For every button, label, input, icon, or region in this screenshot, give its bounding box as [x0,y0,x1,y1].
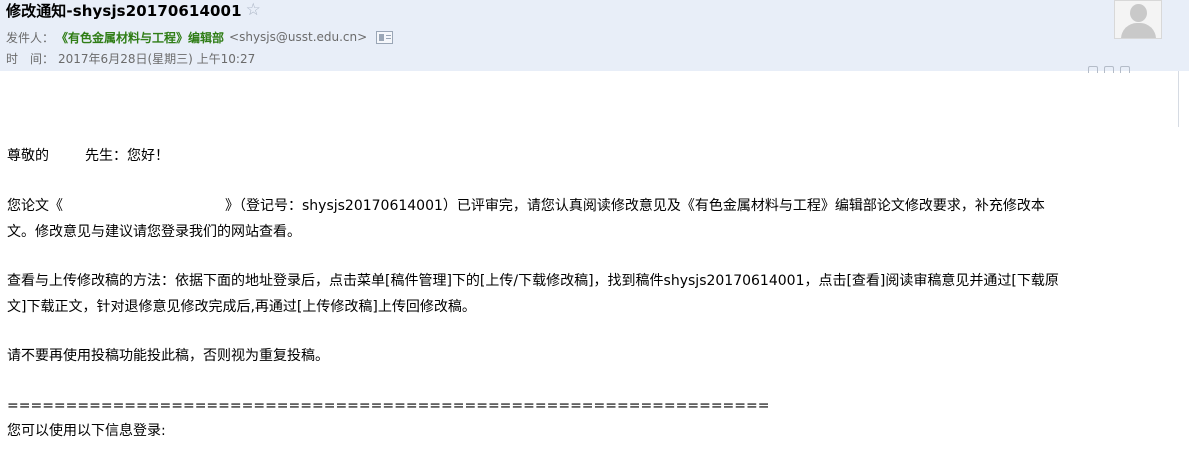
sender-name-link[interactable]: 《有色金属材料与工程》编辑部 [56,29,224,46]
email-header: 修改通知-shysjs20170614001 ☆ 发件人： 《有色金属材料与工程… [0,0,1189,71]
paragraph-3: 请不要再使用投稿功能投此稿，否则视为重复投稿。 [7,348,329,364]
subject-row: 修改通知-shysjs20170614001 ☆ [6,0,261,21]
greeting-line: 尊敬的 先生：您好！ [7,143,169,169]
star-icon[interactable]: ☆ [246,1,261,19]
avatar-body-shape [1121,23,1156,38]
more-icon[interactable] [1120,66,1130,73]
greeting-start: 尊敬的 [7,148,49,164]
scrollbar-edge [1178,71,1179,127]
paragraph-4: 您可以使用以下信息登录: [7,423,166,439]
greeting-end: 先生：您好！ [85,148,169,164]
redacted-title [63,193,225,215]
redacted-name [49,143,85,165]
forward-icon[interactable] [1104,66,1114,73]
email-subject: 修改通知-shysjs20170614001 [6,1,242,20]
paragraph-2-line-1: 查看与上传修改稿的方法：依据下面的地址登录后，点击菜单[稿件管理]下的[上传/下… [7,273,1059,289]
reply-icon[interactable] [1088,66,1098,73]
sender-row: 发件人： 《有色金属材料与工程》编辑部 <shysjs@usst.edu.cn> [6,28,394,46]
time-value: 2017年6月28日(星期三) 上午10:27 [58,51,256,66]
contact-card-icon[interactable] [376,30,394,44]
message-toolbar [1088,66,1130,73]
separator-line: ========================================… [7,398,770,414]
paragraph-1-line-2: 文。修改意见与建议请您登录我们的网站查看。 [7,224,301,240]
paragraph-2-line-2: 文]下载正文，针对退修意见修改完成后,再通过[上传修改稿]上传回修改稿。 [7,299,476,315]
avatar-head-shape [1130,4,1147,22]
paragraph-1-line-1: 您论文《 》（登记号：shysjs20170614001）已评审完，请您认真阅读修… [7,193,1045,219]
time-label: 时 间： [6,51,55,66]
email-reader: 修改通知-shysjs20170614001 ☆ 发件人： 《有色金属材料与工程… [0,0,1189,475]
p1-rest: 》（登记号：shysjs20170614001）已评审完，请您认真阅读修改意见及… [225,198,1045,214]
sender-label: 发件人： [6,30,55,45]
p1-start: 您论文《 [7,198,63,214]
sender-email: <shysjs@usst.edu.cn> [229,30,368,44]
time-row: 时 间： 2017年6月28日(星期三) 上午10:27 [6,49,255,67]
avatar[interactable] [1114,0,1162,39]
